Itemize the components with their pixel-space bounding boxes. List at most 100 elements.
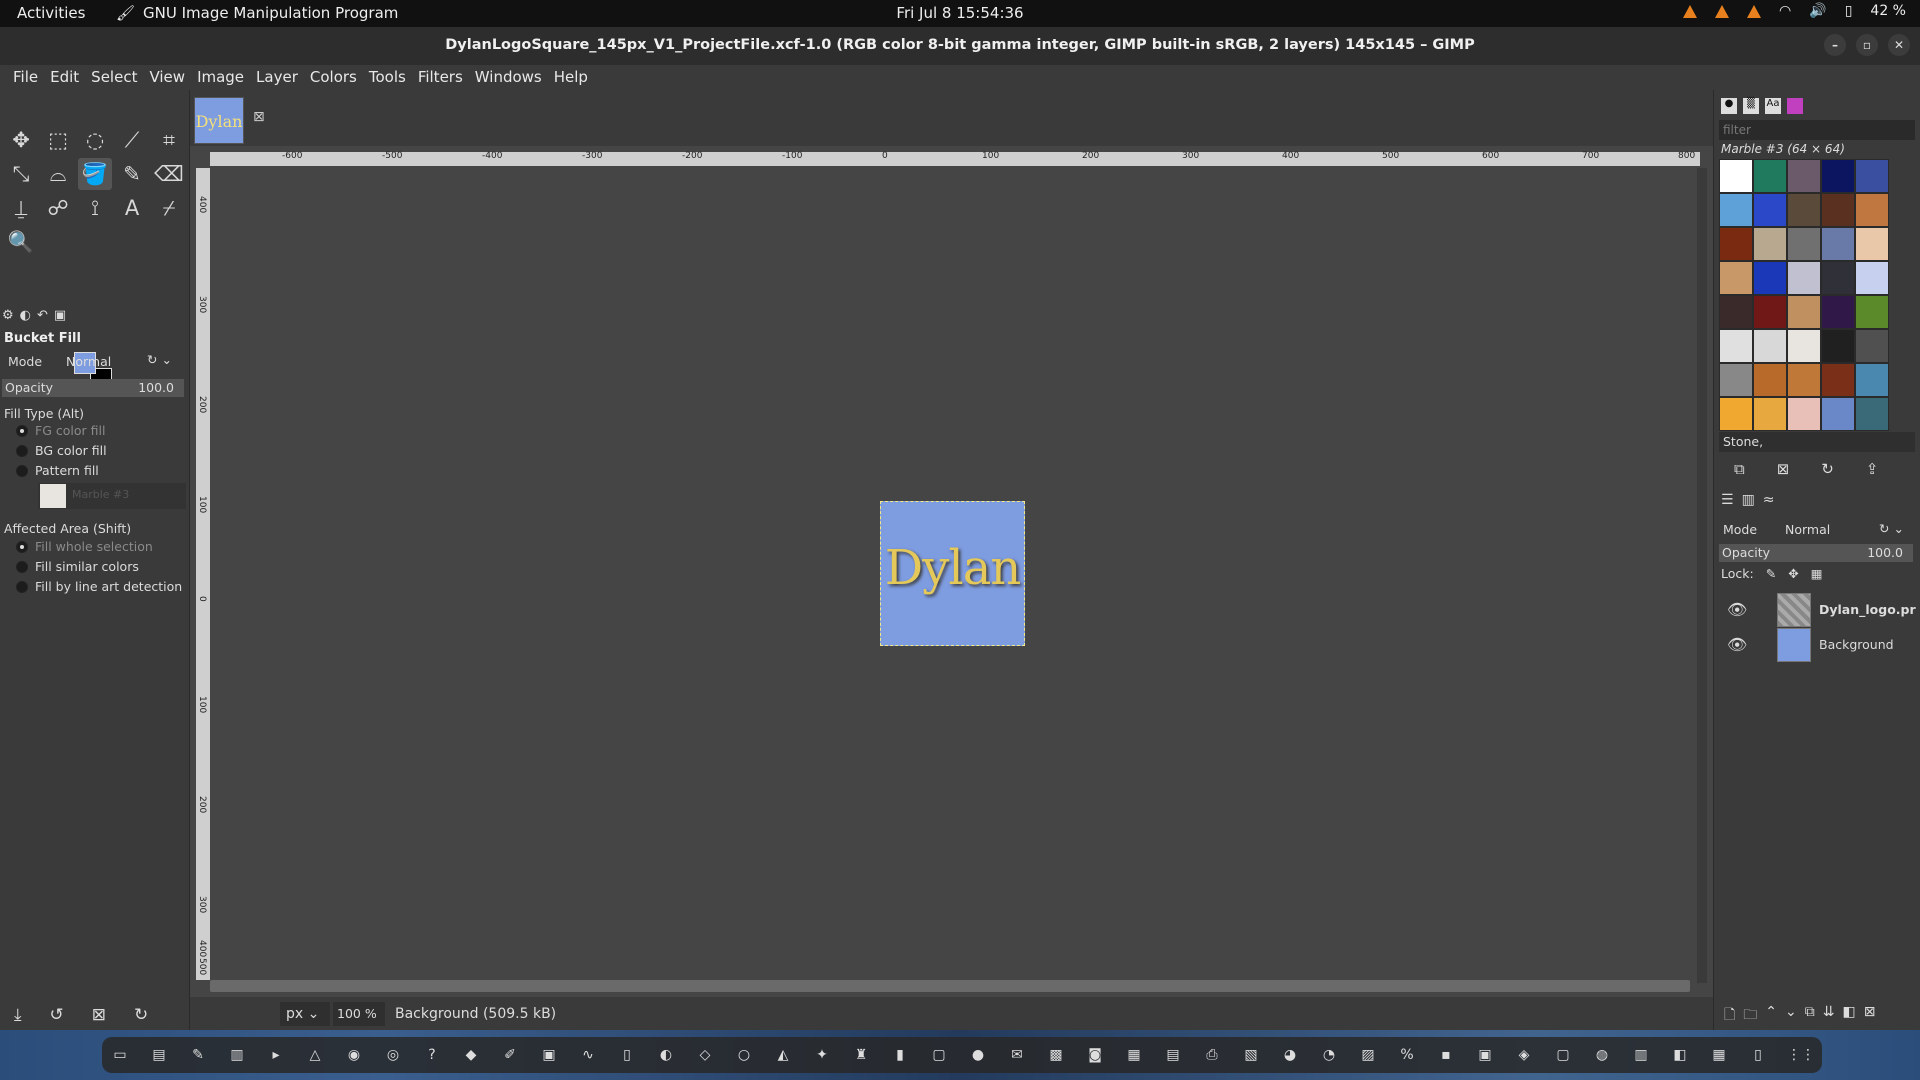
- window-icon[interactable]: ▢: [1553, 1047, 1573, 1063]
- layer-mode-reset-icon[interactable]: ↻ ⌄: [1879, 521, 1904, 536]
- app-grid-icon[interactable]: ⋮⋮: [1787, 1047, 1815, 1063]
- print-icon[interactable]: ⎙: [1202, 1047, 1222, 1063]
- paths-tab-icon[interactable]: ≈: [1763, 492, 1775, 508]
- pattern-swatch[interactable]: [1719, 193, 1753, 227]
- trash-icon[interactable]: ▯: [1748, 1047, 1768, 1063]
- slides-icon[interactable]: ▤: [1163, 1047, 1183, 1063]
- pattern-swatch[interactable]: [1787, 261, 1821, 295]
- tool-options-tab-icon[interactable]: ⚙: [2, 308, 14, 328]
- brushes-tab-icon[interactable]: ●: [1721, 98, 1737, 114]
- fill-type-bg[interactable]: BG color fill: [16, 443, 107, 458]
- duplicate-layer-icon[interactable]: ⧉: [1805, 1004, 1815, 1028]
- calc-icon[interactable]: ▦: [1124, 1047, 1144, 1063]
- console-icon[interactable]: ▸: [266, 1047, 286, 1063]
- image-viewer-icon[interactable]: ▣: [539, 1047, 559, 1063]
- menu-colors[interactable]: Colors: [304, 65, 363, 90]
- pattern-swatch[interactable]: [1855, 193, 1889, 227]
- monitor-icon[interactable]: ∿: [578, 1047, 598, 1063]
- menu-layer[interactable]: Layer: [250, 65, 304, 90]
- unit-select[interactable]: px ⌄: [280, 1002, 330, 1026]
- transform-tool-icon[interactable]: ⤡: [4, 158, 38, 190]
- image-canvas[interactable]: Dylan: [210, 168, 1700, 980]
- mail-icon[interactable]: ✉: [1007, 1047, 1027, 1063]
- menu-view[interactable]: View: [143, 65, 191, 90]
- zoom-select[interactable]: 100 % ⌄: [333, 1002, 385, 1045]
- media-icon[interactable]: ▪: [1436, 1047, 1456, 1063]
- pattern-swatch[interactable]: [1855, 159, 1889, 193]
- pattern-swatch[interactable]: [1787, 227, 1821, 261]
- zoom-tool-icon[interactable]: 🔍: [4, 226, 38, 258]
- pattern-swatch[interactable]: [1787, 193, 1821, 227]
- affected-whole-selection[interactable]: Fill whole selection: [16, 539, 153, 554]
- pattern-swatch[interactable]: [1719, 397, 1753, 431]
- system-tray[interactable]: ◠ 🔊 ▯ 42 %: [1683, 3, 1906, 19]
- lock-pixels-icon[interactable]: ✎: [1766, 566, 1776, 581]
- camera-icon[interactable]: ◙: [1085, 1047, 1105, 1063]
- pattern-selector[interactable]: Marble #3: [38, 483, 186, 509]
- terminal-icon[interactable]: ▭: [110, 1047, 130, 1063]
- pattern-swatch[interactable]: [1753, 329, 1787, 363]
- app-menu[interactable]: 🖌 GNU Image Manipulation Program: [116, 4, 398, 22]
- software-icon[interactable]: ◆: [461, 1047, 481, 1063]
- menu-select[interactable]: Select: [85, 65, 143, 90]
- clone-tool-icon[interactable]: ⍊: [4, 192, 38, 224]
- eraser-tool-icon[interactable]: ⌫: [152, 158, 186, 190]
- warp-tool-icon[interactable]: ⌓: [41, 158, 75, 190]
- delete-layer-icon[interactable]: ⊠: [1864, 1004, 1876, 1028]
- fill-type-pattern[interactable]: Pattern fill: [16, 463, 99, 478]
- vertical-scrollbar[interactable]: [1697, 168, 1707, 983]
- menu-tools[interactable]: Tools: [363, 65, 412, 90]
- delete-options-icon[interactable]: ⊠: [92, 1005, 106, 1025]
- open-pattern-icon[interactable]: ⇪: [1866, 460, 1879, 478]
- image-document[interactable]: Dylan: [880, 501, 1025, 646]
- pattern-swatch[interactable]: [1719, 295, 1753, 329]
- images-tab-icon[interactable]: ▣: [54, 308, 66, 328]
- fonts-tab-icon[interactable]: Aa: [1765, 98, 1781, 114]
- visibility-eye-icon[interactable]: 👁: [1727, 635, 1747, 654]
- files-icon[interactable]: ▤: [149, 1047, 169, 1063]
- pattern-swatch[interactable]: [1855, 261, 1889, 295]
- gradients-tab-icon[interactable]: [1787, 98, 1803, 114]
- warning-icon[interactable]: [1715, 4, 1730, 18]
- pattern-swatch[interactable]: [1855, 227, 1889, 261]
- pattern-swatch[interactable]: [1821, 193, 1855, 227]
- pattern-swatch[interactable]: [1821, 363, 1855, 397]
- warning-icon[interactable]: [1683, 4, 1698, 18]
- layer-row[interactable]: 👁 Dylan_logo.pr: [1717, 590, 1917, 630]
- vlc-icon[interactable]: △: [305, 1047, 325, 1063]
- layer-mode-select[interactable]: Normal: [1785, 522, 1830, 537]
- photos-icon[interactable]: ▩: [1046, 1047, 1066, 1063]
- activities-button[interactable]: Activities: [17, 4, 85, 22]
- horizontal-ruler[interactable]: -600 -500 -400 -300 -200 -100 0 100 200 …: [210, 151, 1700, 166]
- move-tool-icon[interactable]: ✥: [4, 124, 38, 156]
- pattern-swatch[interactable]: [1719, 159, 1753, 193]
- pdf-icon[interactable]: ▨: [1358, 1047, 1378, 1063]
- paintbrush-tool-icon[interactable]: ✎: [115, 158, 149, 190]
- pattern-swatch[interactable]: [1719, 261, 1753, 295]
- help-icon[interactable]: ?: [422, 1047, 442, 1063]
- opacity-value[interactable]: 100.0: [138, 380, 174, 395]
- reset-options-icon[interactable]: ↻: [134, 1005, 148, 1025]
- warning-icon[interactable]: [1747, 4, 1762, 18]
- notes-icon[interactable]: ▥: [227, 1047, 247, 1063]
- raise-layer-icon[interactable]: ⌃: [1765, 1004, 1777, 1028]
- firefox-icon[interactable]: ◉: [344, 1047, 364, 1063]
- close-icon[interactable]: ✕: [1888, 34, 1910, 56]
- pattern-swatch[interactable]: [1753, 227, 1787, 261]
- text-tool-icon[interactable]: A: [115, 192, 149, 224]
- browser-icon[interactable]: ◍: [1592, 1047, 1612, 1063]
- cube-icon[interactable]: ◇: [695, 1047, 715, 1063]
- horizontal-scrollbar[interactable]: [210, 980, 1690, 992]
- pattern-swatch[interactable]: [1753, 159, 1787, 193]
- undo-history-tab-icon[interactable]: ↶: [37, 308, 48, 328]
- affected-line-art[interactable]: Fill by line art detection: [16, 579, 182, 594]
- pattern-swatch[interactable]: [1753, 193, 1787, 227]
- menu-edit[interactable]: Edit: [44, 65, 85, 90]
- disk-icon[interactable]: ▦: [1709, 1047, 1729, 1063]
- save-options-icon[interactable]: ⤓: [14, 1005, 22, 1025]
- game-icon[interactable]: ♜: [851, 1047, 871, 1063]
- bird-icon[interactable]: ✦: [812, 1047, 832, 1063]
- layer-opacity-value[interactable]: 100.0: [1867, 545, 1903, 560]
- lock-position-icon[interactable]: ✥: [1788, 566, 1798, 581]
- visibility-eye-icon[interactable]: 👁: [1727, 600, 1747, 619]
